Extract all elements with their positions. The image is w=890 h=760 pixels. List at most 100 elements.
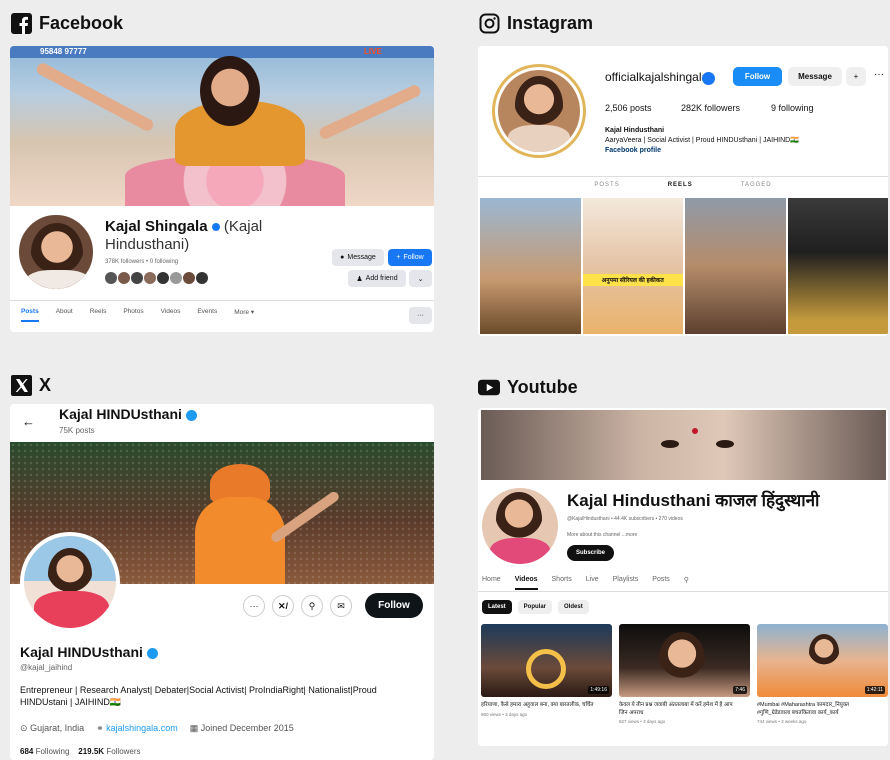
instagram-followers-count[interactable]: 282K followers <box>681 103 740 113</box>
instagram-avatar[interactable] <box>492 64 586 158</box>
video-thumbnail[interactable]: 1:42:11 <box>757 624 888 697</box>
tab-posts[interactable]: POSTS <box>594 182 619 188</box>
facebook-panel: 95848 97777 LIVE Kajal Shingala (Kajal H… <box>10 46 434 332</box>
tab-photos[interactable]: Photos <box>123 308 143 322</box>
verified-badge-icon <box>146 647 158 659</box>
facebook-stats: 378K followers • 0 following <box>105 259 179 265</box>
facebook-name-text: Kajal Shingala <box>105 218 208 235</box>
video-thumbnail[interactable]: 7:46 <box>619 624 750 697</box>
search-button[interactable]: ⚲ <box>301 595 323 617</box>
cover-phone-text: 95848 97777 <box>40 47 87 56</box>
back-arrow-icon[interactable]: ← <box>22 414 35 429</box>
youtube-heading-text: Youtube <box>507 376 578 397</box>
add-friend-icon: ♟ <box>356 275 363 283</box>
joined-text: Joined December 2015 <box>200 723 294 733</box>
tab-about[interactable]: About <box>56 308 73 322</box>
tab-tagged[interactable]: TAGGED <box>741 182 772 188</box>
ellipsis-icon: ··· <box>249 601 259 611</box>
youtube-more-about[interactable]: More about this channel ...more <box>567 532 637 538</box>
ellipsis-icon[interactable]: ··· <box>874 69 884 80</box>
tab-posts[interactable]: Posts <box>652 576 670 590</box>
youtube-subscribe-button[interactable]: Subscribe <box>567 545 615 561</box>
following-count: 684 <box>20 747 34 756</box>
tab-live[interactable]: Live <box>586 576 599 590</box>
tab-shorts[interactable]: Shorts <box>552 576 572 590</box>
chip-popular[interactable]: Popular <box>517 600 553 614</box>
youtube-channel-sub: @KajalHindusthani • 44.4K subscribers • … <box>567 516 683 522</box>
instagram-bio: Kajal Hindusthani AaryaVeera | Social Ac… <box>605 126 799 156</box>
x-follow-counts: 684 Following 219.5K Followers <box>20 747 141 756</box>
tab-events[interactable]: Events <box>197 308 217 322</box>
video-card[interactable]: 7:46 केवल ये तीन प्रश्न जवाबी अंततलाबा म… <box>619 624 750 724</box>
youtube-avatar[interactable] <box>482 488 558 564</box>
x-avatar[interactable] <box>20 532 120 632</box>
x-follow-button[interactable]: Follow <box>365 593 423 618</box>
add-person-icon[interactable]: + <box>846 67 866 86</box>
cover-live-text: LIVE <box>364 47 382 56</box>
instagram-grid: अनुपमा सीरियल की हकीकत <box>480 198 888 334</box>
tab-playlists[interactable]: Playlists <box>613 576 639 590</box>
verified-badge-icon <box>211 223 220 232</box>
follow-label: Follow <box>403 254 424 261</box>
grok-icon: ✕/ <box>277 600 289 611</box>
facebook-add-friend-button[interactable]: ♟ Add friend <box>348 270 406 287</box>
grid-item[interactable]: अनुपमा सीरियल की हकीकत <box>582 198 683 334</box>
website-link[interactable]: kajalshingala.com <box>106 723 178 733</box>
search-icon: ⚲ <box>308 600 316 611</box>
youtube-banner <box>481 410 886 480</box>
location-text: Gujarat, India <box>30 723 85 733</box>
more-options-button[interactable]: ··· <box>243 595 265 617</box>
x-bio: Entrepreneur | Research Analyst| Debater… <box>20 685 377 707</box>
x-header-name-text: Kajal HINDUsthani <box>59 406 182 422</box>
tab-videos[interactable]: Videos <box>514 576 538 590</box>
video-duration: 1:42:11 <box>864 686 885 694</box>
video-thumbnail[interactable]: 1:49:16 <box>481 624 612 697</box>
tab-home[interactable]: Home <box>482 576 501 590</box>
verified-badge-icon <box>702 72 715 85</box>
tab-videos[interactable]: Videos <box>161 308 181 322</box>
follow-label: Follow <box>744 72 771 81</box>
tab-reels[interactable]: Reels <box>90 308 107 322</box>
video-duration: 7:46 <box>733 686 747 694</box>
x-location: ⊙ Gujarat, India <box>20 723 84 734</box>
grid-item[interactable] <box>685 198 786 334</box>
facebook-avatar[interactable] <box>16 212 96 292</box>
ellipsis-icon: ··· <box>417 312 424 319</box>
tab-posts[interactable]: Posts <box>21 308 39 322</box>
chip-oldest[interactable]: Oldest <box>558 600 589 614</box>
x-header-name: Kajal HINDUsthani <box>59 406 197 422</box>
mail-icon: ✉ <box>337 600 345 611</box>
followers-link[interactable]: 219.5K Followers <box>78 747 140 756</box>
tab-more[interactable]: More ▾ <box>234 308 254 322</box>
chip-latest[interactable]: Latest <box>482 600 512 614</box>
instagram-logo-icon <box>478 12 500 34</box>
video-card[interactable]: 1:49:16 हरियाणा, कैसे हमारा अहुवाल बना, … <box>481 624 612 717</box>
facebook-follow-button[interactable]: + Follow <box>388 249 432 266</box>
message-button[interactable]: ✉ <box>330 595 352 617</box>
grid-item[interactable] <box>787 198 888 334</box>
bio-link[interactable]: Facebook profile <box>605 146 799 156</box>
facebook-more-options-button[interactable]: ··· <box>409 307 432 324</box>
x-website[interactable]: ⚭ kajalshingala.com <box>96 723 178 734</box>
facebook-message-button[interactable]: ● Message <box>332 249 384 266</box>
x-heading: X <box>10 374 51 396</box>
following-link[interactable]: 684 Following <box>20 747 69 756</box>
video-title[interactable]: केवल ये तीन प्रश्न जवाबी अंततलाबा में कर… <box>619 702 739 717</box>
message-label: Message <box>347 254 376 261</box>
verified-badge-icon <box>185 409 197 421</box>
follow-label: Follow <box>378 600 410 611</box>
search-icon[interactable]: ⚲ <box>684 576 689 590</box>
instagram-follow-button[interactable]: Follow <box>733 67 782 86</box>
add-friend-label: Add friend <box>365 275 398 282</box>
video-title[interactable]: हरियाणा, कैसे हमारा अहुवाल बना, क्या बार… <box>481 702 601 710</box>
video-card[interactable]: 1:42:11 #Mumbai #Maharashtra कामदार_नियु… <box>757 624 888 724</box>
grok-button[interactable]: ✕/ <box>272 595 294 617</box>
friend-avatars <box>105 272 208 284</box>
video-title[interactable]: #Mumbai #Maharashtra कामदार_नियुक्त #गुण… <box>757 702 877 717</box>
tab-reels[interactable]: REELS <box>668 182 693 188</box>
instagram-message-button[interactable]: Message <box>788 67 842 86</box>
instagram-following-count[interactable]: 9 following <box>771 103 814 113</box>
facebook-dropdown-button[interactable]: ⌄ <box>409 270 432 287</box>
youtube-logo-icon <box>478 376 500 398</box>
grid-item[interactable] <box>480 198 581 334</box>
